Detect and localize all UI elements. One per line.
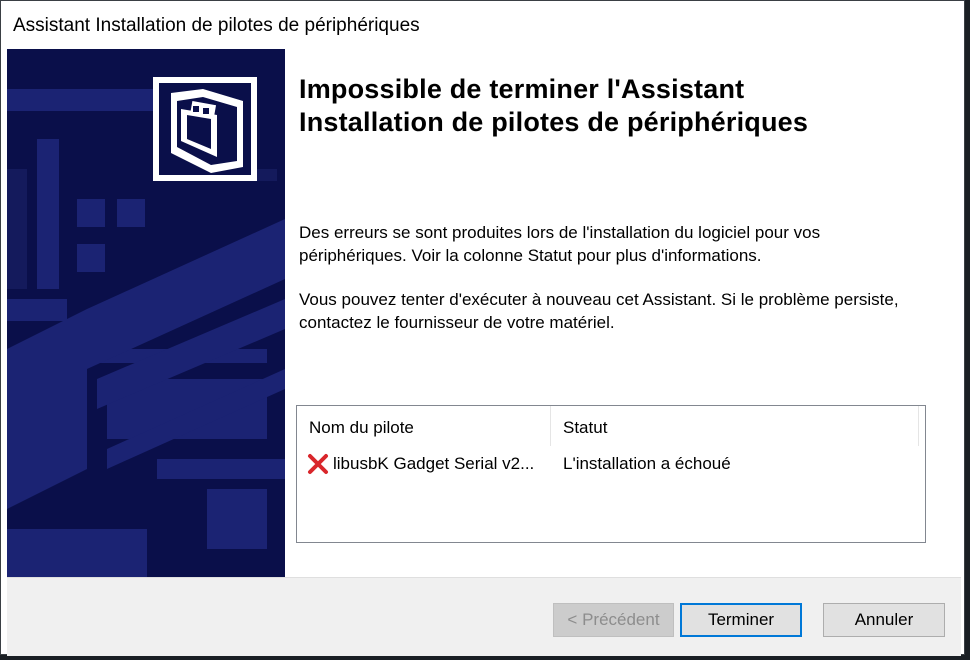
driver-list[interactable]: Nom du pilote Statut libusbK Gadget Seri… — [296, 405, 926, 543]
wizard-banner — [7, 49, 285, 577]
window-title: Assistant Installation de pilotes de pér… — [13, 15, 420, 36]
hardware-icon — [153, 77, 257, 181]
column-header-status[interactable]: Statut — [551, 406, 919, 446]
wizard-window: Assistant Installation de pilotes de pér… — [0, 0, 965, 656]
driver-name-cell: libusbK Gadget Serial v2... — [297, 453, 551, 475]
cancel-button[interactable]: Annuler — [823, 603, 945, 637]
previous-button[interactable]: < Précédent — [553, 603, 674, 637]
error-description: Des erreurs se sont produites lors de l'… — [299, 223, 821, 265]
column-header-driver-name[interactable]: Nom du pilote — [297, 406, 551, 446]
driver-status: L'installation a échoué — [563, 454, 731, 473]
page-title-line1: Impossible de terminer l'Assistant — [299, 74, 745, 104]
button-bar: < Précédent Terminer Annuler — [7, 577, 961, 656]
hardware-banner-graphic — [7, 77, 285, 577]
list-item[interactable]: libusbK Gadget Serial v2... L'installati… — [297, 450, 925, 478]
title-bar[interactable]: Assistant Installation de pilotes de pér… — [1, 1, 964, 49]
wizard-content: Impossible de terminer l'Assistant Insta… — [285, 49, 961, 577]
driver-name: libusbK Gadget Serial v2... — [333, 454, 535, 473]
retry-instructions: Vous pouvez tenter d'exécuter à nouveau … — [299, 290, 899, 332]
error-x-icon — [307, 453, 329, 475]
driver-list-header: Nom du pilote Statut — [297, 406, 925, 446]
finish-button[interactable]: Terminer — [680, 603, 802, 637]
page-title: Impossible de terminer l'Assistant Insta… — [299, 73, 939, 139]
page-title-line2: Installation de pilotes de périphériques — [299, 107, 809, 137]
